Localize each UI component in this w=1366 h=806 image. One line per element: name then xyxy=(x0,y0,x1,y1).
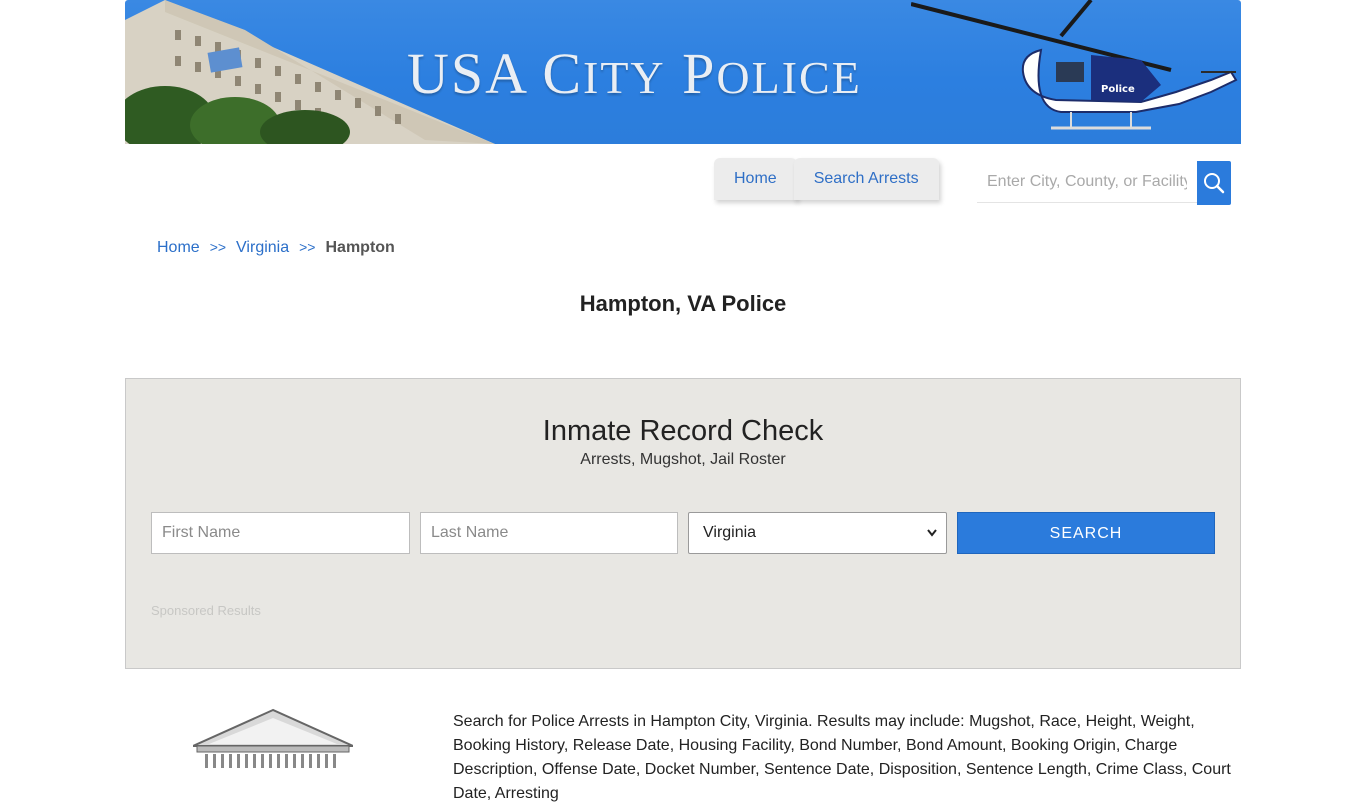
helicopter-label: Police xyxy=(1101,84,1135,95)
site-search-input[interactable] xyxy=(977,161,1197,203)
state-select[interactable]: Virginia xyxy=(688,512,947,554)
chevron-down-icon xyxy=(926,513,938,569)
state-select-value: Virginia xyxy=(703,524,757,541)
breadcrumb: Home >> Virginia >> Hampton xyxy=(157,239,395,257)
sponsored-results-label: Sponsored Results xyxy=(151,603,261,618)
breadcrumb-home[interactable]: Home xyxy=(157,239,200,257)
inmate-record-check-panel: Inmate Record Check Arrests, Mugshot, Ja… xyxy=(125,378,1241,669)
main-nav: Home Search Arrests xyxy=(714,158,939,202)
courthouse-icon xyxy=(193,708,353,768)
page-description: Search for Police Arrests in Hampton Cit… xyxy=(453,713,1231,802)
nav-tab-search-arrests[interactable]: Search Arrests xyxy=(793,158,939,200)
breadcrumb-virginia[interactable]: Virginia xyxy=(236,239,289,257)
nav-tab-home[interactable]: Home xyxy=(714,158,797,200)
site-search xyxy=(977,161,1231,205)
page-title: Hampton, VA Police xyxy=(579,291,787,316)
search-icon xyxy=(1204,173,1225,194)
breadcrumb-separator: >> xyxy=(209,239,227,255)
last-name-input[interactable] xyxy=(420,512,678,554)
site-banner[interactable]: USA CITY POLICE Police xyxy=(125,0,1241,144)
breadcrumb-separator: >> xyxy=(299,239,316,255)
record-search-button[interactable]: SEARCH xyxy=(957,512,1215,554)
record-check-title: Inmate Record Check xyxy=(542,415,824,447)
breadcrumb-current: Hampton xyxy=(325,239,395,256)
site-search-button[interactable] xyxy=(1197,161,1231,205)
record-check-subtitle: Arrests, Mugshot, Jail Roster xyxy=(580,451,786,468)
banner-title: USA CITY POLICE xyxy=(407,41,862,106)
first-name-input[interactable] xyxy=(151,512,410,554)
police-helicopter-illustration: Police xyxy=(911,0,1238,130)
